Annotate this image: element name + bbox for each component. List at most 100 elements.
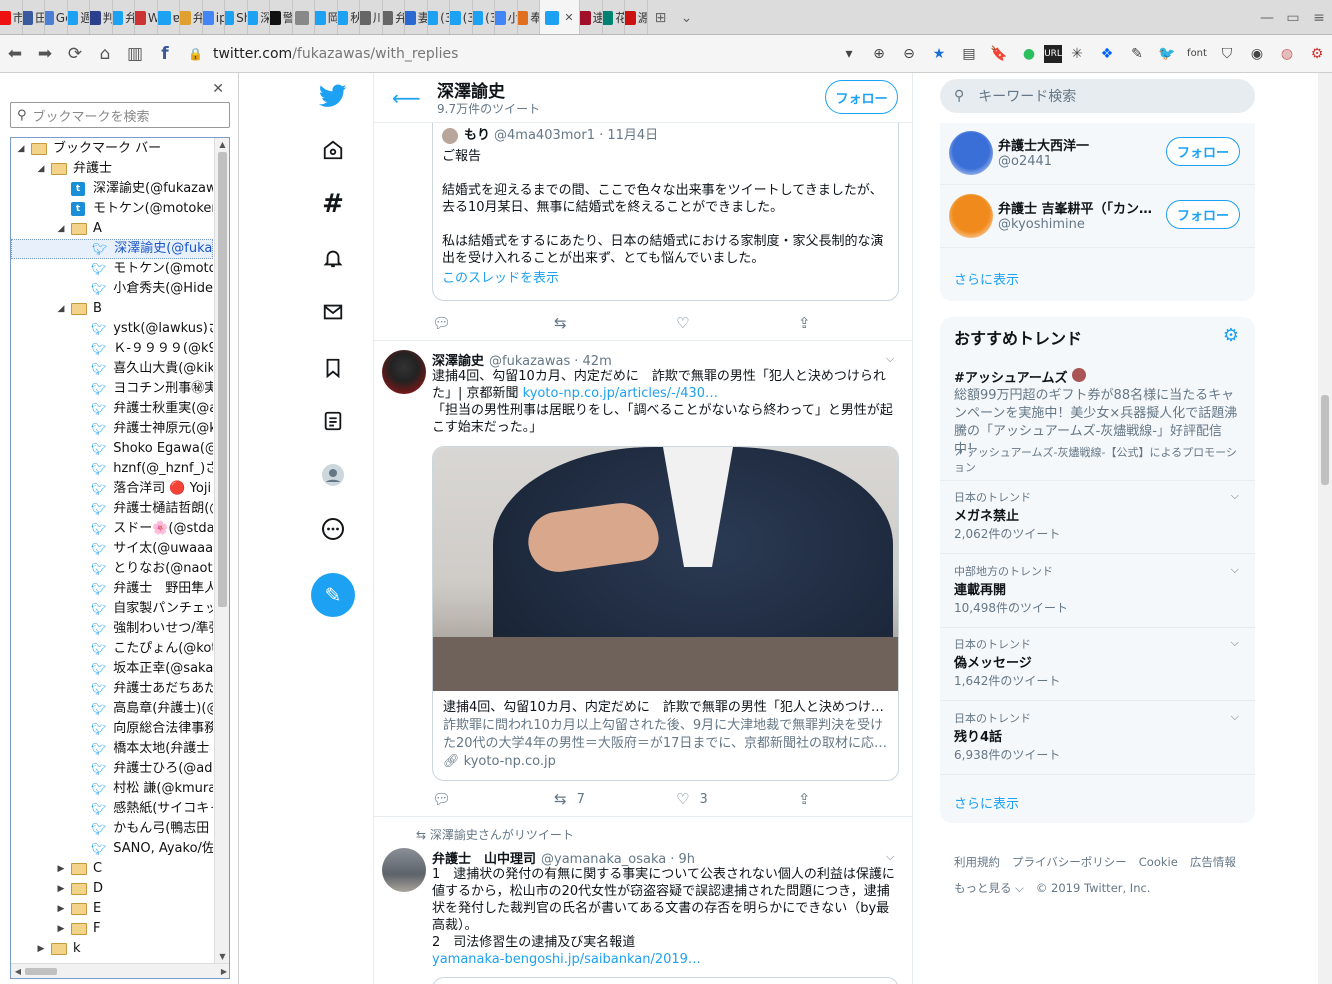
- evernote-icon[interactable]: ●: [1014, 39, 1044, 69]
- reply-button[interactable]: 💬︎: [432, 790, 554, 808]
- shield-extension-icon[interactable]: ⛉: [1212, 39, 1242, 69]
- bookmark-item[interactable]: 🐦︎ 弁護士ひろ(@adv: [11, 759, 213, 779]
- bookmark-item[interactable]: t モトケン(@motoken_: [11, 199, 213, 219]
- active-browser-tab[interactable]: ✕: [540, 0, 580, 34]
- facebook-icon[interactable]: f: [150, 39, 180, 69]
- tweet-time[interactable]: · 9h: [670, 852, 695, 867]
- bookmark-item[interactable]: 🐦︎ 喜久山大貴(@kik: [11, 359, 213, 379]
- bookmark-folder[interactable]: ▶ F: [11, 919, 213, 939]
- link-card[interactable]: 逮捕4回、勾留10カ月、内定だめに 詐欺で無罪の男性「犯人と決めつけら… 詐欺罪…: [432, 446, 899, 781]
- bookmarks-icon[interactable]: [318, 353, 348, 383]
- lists-icon[interactable]: [318, 406, 348, 436]
- bookmark-folder[interactable]: ▶ k: [11, 939, 213, 959]
- scroll-right-icon[interactable]: ▶: [217, 964, 229, 978]
- bookmark-item[interactable]: 🐦︎ 弁護士秋重実(@a: [11, 399, 213, 419]
- browser-tab[interactable]: Gc: [45, 0, 68, 34]
- browser-tab[interactable]: 秋: [337, 0, 360, 34]
- page-scrollbar[interactable]: [1318, 73, 1332, 984]
- browser-tab[interactable]: (3: [450, 0, 473, 34]
- footer-link[interactable]: Cookie: [1139, 855, 1178, 869]
- expanded-twisty-icon[interactable]: ◢: [51, 299, 71, 319]
- bookmark-item[interactable]: 🐦︎ 弁護士 野田隼人: [11, 579, 213, 599]
- trend-item[interactable]: 中部地方のトレンド 連載再開 10,498件のツイート ⌵: [940, 555, 1255, 628]
- url-extension-icon[interactable]: URL: [1044, 44, 1062, 63]
- browser-tab[interactable]: 小: [495, 0, 518, 34]
- bookmark-folder[interactable]: ◢ A: [11, 219, 213, 239]
- collapsed-twisty-icon[interactable]: ▶: [51, 899, 71, 919]
- bookmark-item[interactable]: 🐦︎ 村松 謙(@kmuran: [11, 779, 213, 799]
- bookmark-item[interactable]: 🐦︎ サイ太(@uwaaaa): [11, 539, 213, 559]
- retweet-button[interactable]: ⇆: [554, 314, 676, 332]
- dropdown-arrow-icon[interactable]: ▾: [834, 39, 864, 69]
- browser-tab[interactable]: 判: [90, 0, 113, 34]
- expanded-twisty-icon[interactable]: ◢: [51, 219, 71, 239]
- browser-tab[interactable]: 逮: [580, 0, 603, 34]
- browser-tab[interactable]: [293, 0, 315, 34]
- new-tab-icon[interactable]: ⊞: [648, 0, 674, 34]
- bookmark-item[interactable]: 🐦︎ 感熱紙(サイコキャ: [11, 799, 213, 819]
- bookmark-search-input[interactable]: ⚲ ブックマークを検索: [10, 102, 230, 128]
- browser-tab[interactable]: 花: [602, 0, 625, 34]
- author-avatar[interactable]: [382, 848, 426, 892]
- chevron-down-icon[interactable]: ⌵: [1231, 563, 1239, 577]
- browser-tab[interactable]: 岡: [315, 0, 338, 34]
- home-icon[interactable]: ⌂: [90, 39, 120, 69]
- gear-icon[interactable]: ⚙: [1223, 325, 1239, 346]
- close-icon[interactable]: ✕: [212, 81, 224, 97]
- browser-tab[interactable]: 深: [247, 0, 270, 34]
- follow-button[interactable]: フォロー: [1166, 137, 1240, 166]
- retweet-button[interactable]: ⇆ 7: [554, 790, 676, 808]
- twitter-logo-icon[interactable]: [318, 81, 348, 111]
- bookmark-item[interactable]: 🐦︎ ystk(@lawkus)さん: [11, 319, 213, 339]
- quoted-tweet[interactable]: もり @4ma403mor1 · 11月4日 ご報告 結婚式を迎えるまでの間、ここ…: [432, 121, 899, 301]
- tweet-time[interactable]: · 42m: [574, 354, 611, 369]
- bookmark-item[interactable]: 🐦︎ SANO, Ayako/佐: [11, 839, 213, 859]
- follow-button[interactable]: フォロー: [1166, 200, 1240, 229]
- bookmark-folder[interactable]: ◢ ブックマーク バー: [11, 139, 213, 159]
- follow-button[interactable]: フォロー: [825, 80, 898, 114]
- bookmark-item[interactable]: 🐦︎ 橋本太地(弁護士: [11, 739, 213, 759]
- tree-hscroll-thumb[interactable]: [25, 968, 57, 975]
- browser-tab[interactable]: ɐ: [157, 0, 180, 34]
- bookmark-item[interactable]: 🐦︎ 向原総合法律事務: [11, 719, 213, 739]
- collapsed-twisty-icon[interactable]: ▶: [31, 939, 51, 959]
- bookmark-item[interactable]: 🐦︎ モトケン(@motok: [11, 259, 213, 279]
- footer-link[interactable]: もっと見る ⌵: [954, 881, 1024, 895]
- compose-tweet-button[interactable]: ✎: [311, 573, 355, 617]
- chevron-down-icon[interactable]: ⌵: [1231, 489, 1239, 503]
- settings-extension-icon[interactable]: ✳: [1062, 39, 1092, 69]
- like-button[interactable]: ♡: [676, 314, 798, 332]
- collapsed-twisty-icon[interactable]: ▶: [51, 859, 71, 879]
- bookmark-star-icon[interactable]: ★: [924, 39, 954, 69]
- bookmark-item[interactable]: 🐦︎ 弁護士神原元(@k: [11, 419, 213, 439]
- show-thread-link[interactable]: このスレッドを表示: [442, 270, 889, 287]
- tweet-link[interactable]: kyoto-np.co.jp/articles/-/430…: [523, 386, 718, 401]
- profile-avatar-icon[interactable]: [318, 460, 348, 490]
- expanded-twisty-icon[interactable]: ◢: [11, 139, 31, 159]
- bookmark-item[interactable]: 🐦︎ Shoko Egawa(@: [11, 439, 213, 459]
- scroll-up-icon[interactable]: ▲: [215, 138, 229, 152]
- bookmark-item[interactable]: 🐦︎ かもん弓(鴨志田: [11, 819, 213, 839]
- reload-icon[interactable]: ⟳: [60, 39, 90, 69]
- bookmark-item[interactable]: 🐦︎ hznf(@_hznf_)さん: [11, 459, 213, 479]
- retweet-context-label[interactable]: 深澤諭史さんがリツイート: [430, 828, 574, 842]
- bookmark-item[interactable]: 🐦︎ 弁護士樋詰哲朗(@: [11, 499, 213, 519]
- author-name[interactable]: 深澤諭史: [432, 350, 484, 369]
- messages-envelope-icon[interactable]: [318, 297, 348, 327]
- browser-tab[interactable]: 奉: [517, 0, 540, 34]
- tree-vertical-scrollbar[interactable]: ▲ ▼: [214, 138, 229, 964]
- browser-tab[interactable]: 弁: [180, 0, 203, 34]
- chevron-down-icon[interactable]: ⌵: [886, 352, 894, 366]
- browser-tab[interactable]: 弁: [382, 0, 405, 34]
- url-bar[interactable]: 🔒 twitter.com/fukazawas/with_replies: [180, 40, 834, 68]
- home-icon[interactable]: [318, 135, 348, 165]
- browser-tab[interactable]: 市: [0, 0, 23, 34]
- account-avatar[interactable]: [949, 131, 993, 175]
- bookmark-item[interactable]: 🐦︎ こたぴょん(@kotac: [11, 639, 213, 659]
- scroll-left-icon[interactable]: ◀: [11, 964, 25, 978]
- browser-tab[interactable]: Sh: [225, 0, 248, 34]
- collapsed-twisty-icon[interactable]: ▶: [51, 919, 71, 939]
- expanded-twisty-icon[interactable]: ◢: [31, 159, 51, 179]
- minimize-icon[interactable]: —: [1254, 0, 1280, 34]
- tree-horizontal-scrollbar[interactable]: ◀ ▶: [11, 963, 229, 978]
